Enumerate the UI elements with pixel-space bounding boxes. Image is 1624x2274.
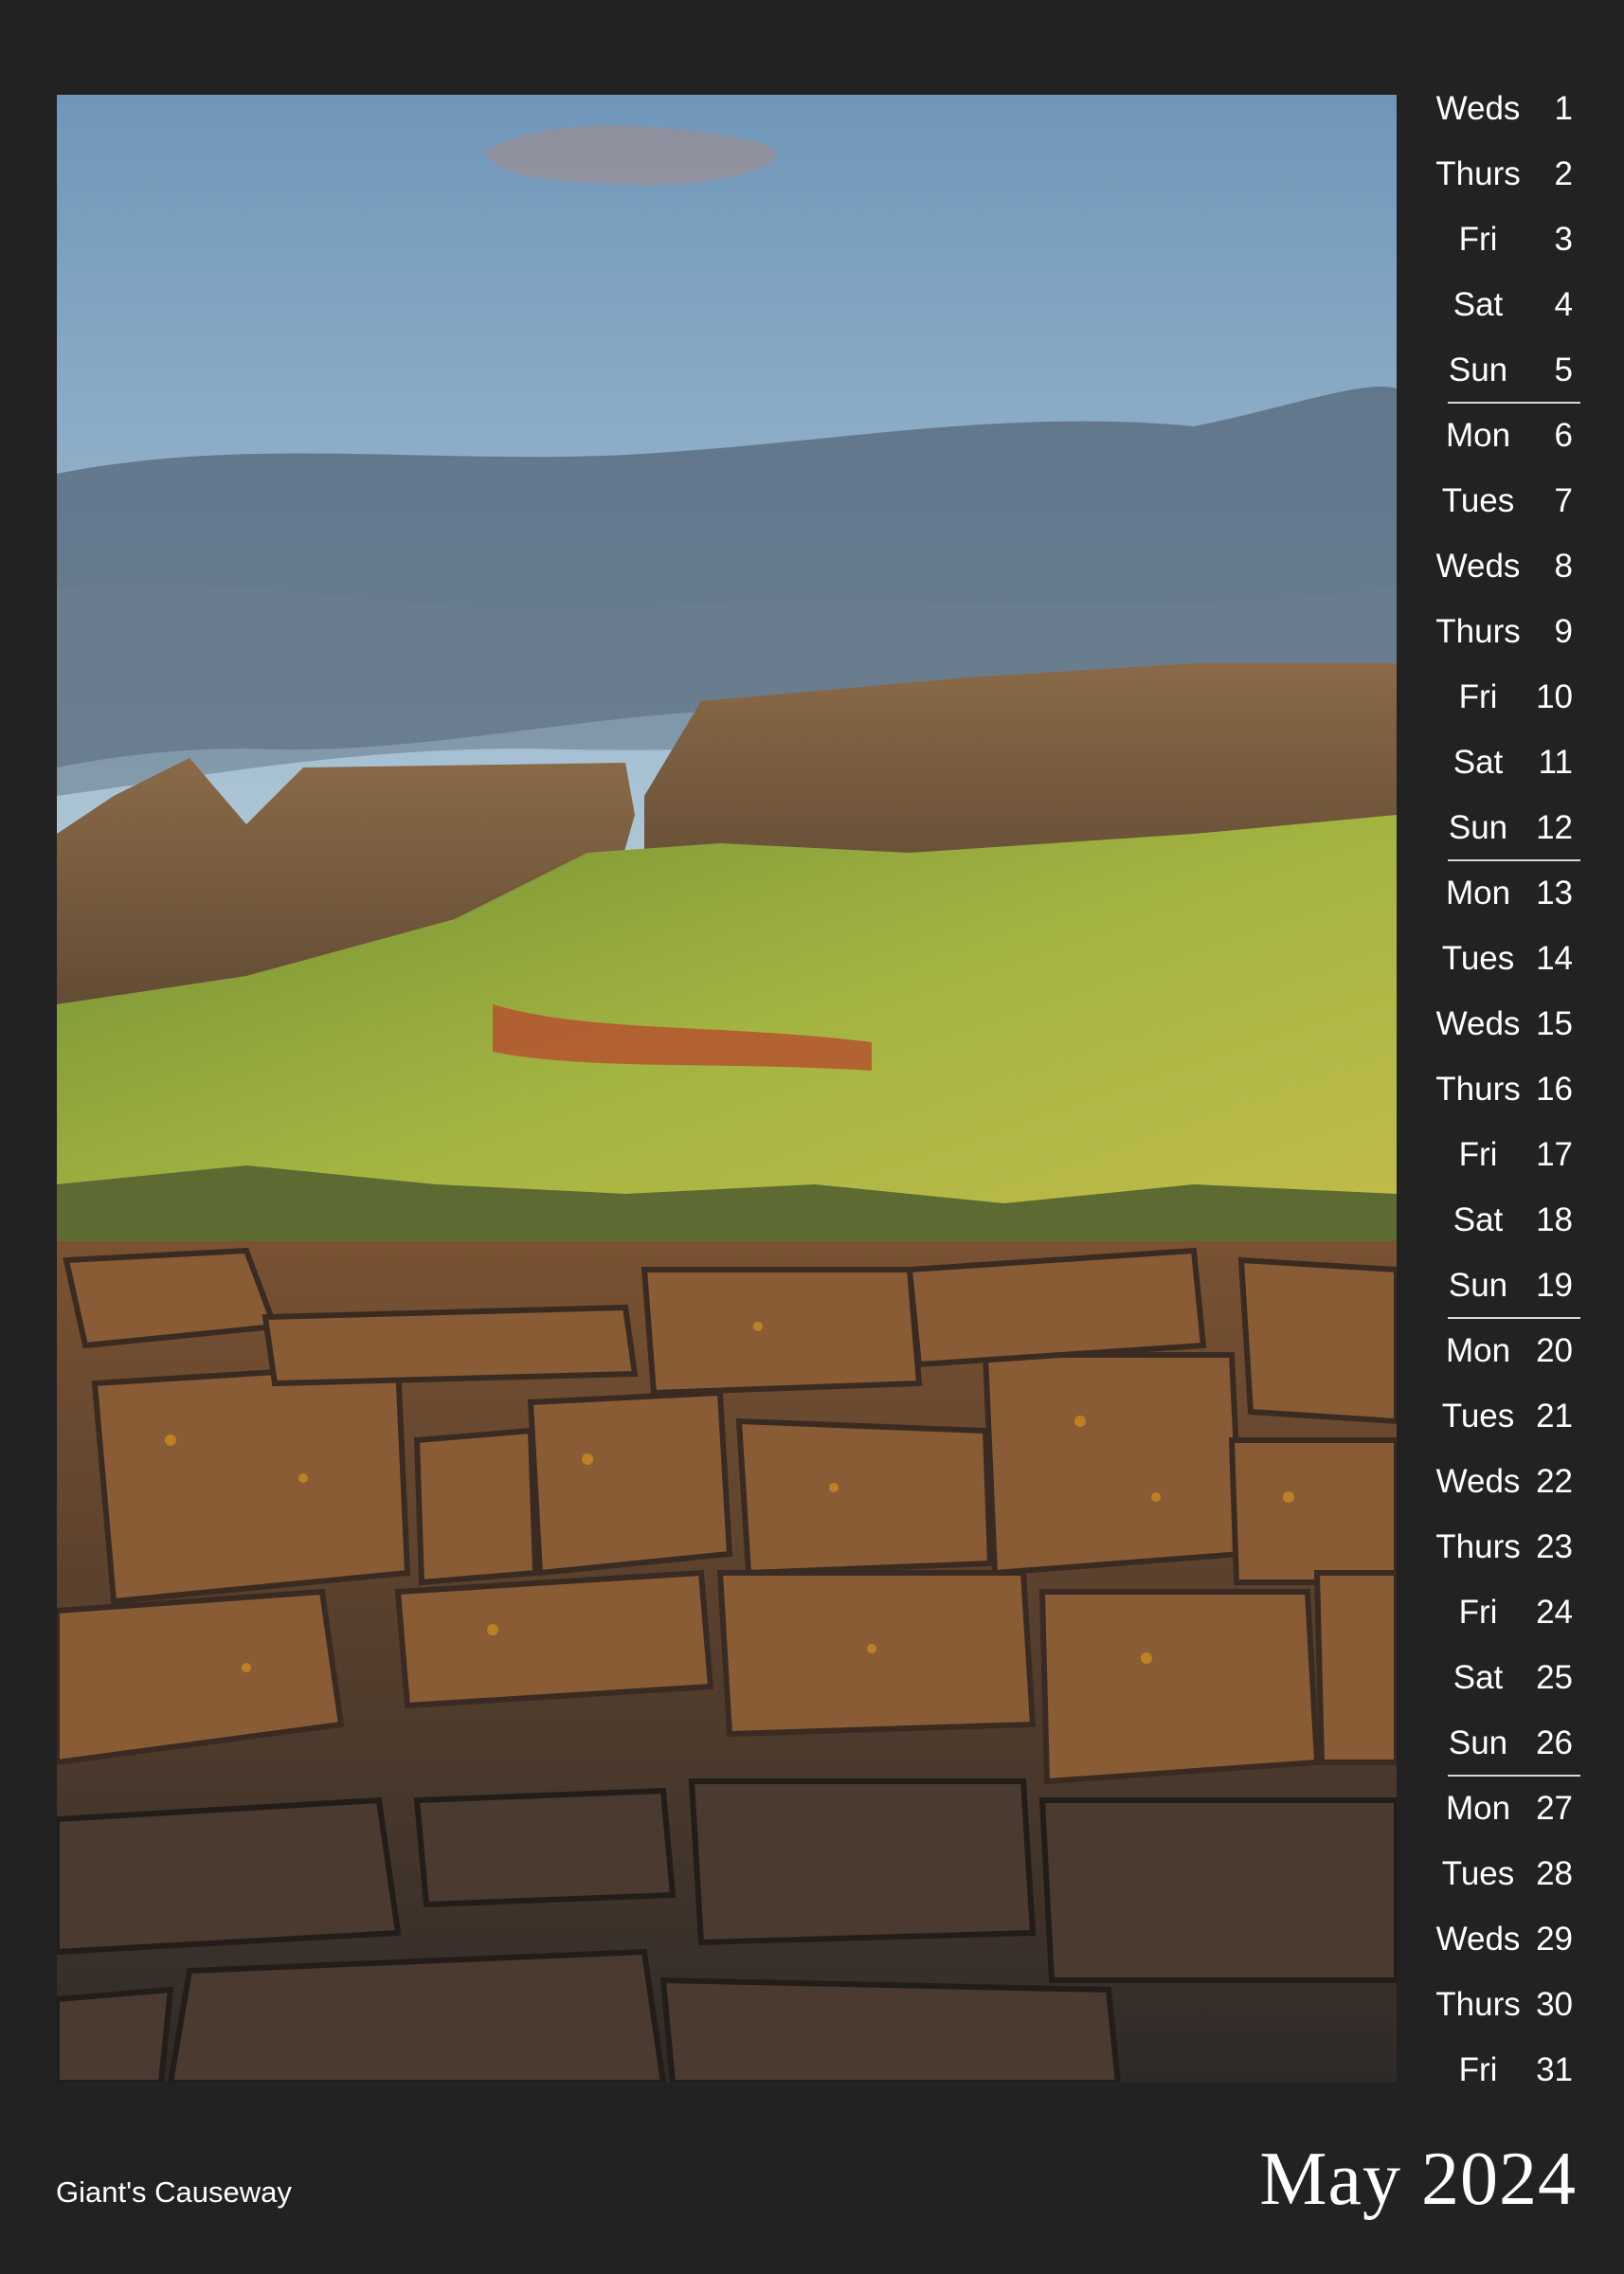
landscape-photo: [57, 95, 1397, 2083]
weekday-label: Thurs: [1435, 1071, 1521, 1108]
date-number: 1: [1554, 90, 1573, 127]
day-row: Thurs 30: [1421, 1983, 1580, 2048]
weekday-label: Fri: [1458, 678, 1498, 715]
date-number: 10: [1536, 678, 1573, 715]
day-row: Weds 1: [1421, 87, 1580, 153]
day-list: Weds 1 Thurs 2 Fri 3 Sat 4 Sun 5 Mon 6 Tues 7 Weds 8 Thu…: [1421, 87, 1580, 2114]
weekday-label: Fri: [1458, 221, 1498, 258]
day-row: Thurs 23: [1421, 1525, 1580, 1591]
date-number: 26: [1536, 1724, 1573, 1761]
date-number: 19: [1536, 1267, 1573, 1304]
day-row: Weds 29: [1421, 1918, 1580, 1983]
date-number: 2: [1554, 155, 1573, 192]
date-number: 6: [1554, 417, 1573, 454]
weekday-label: Weds: [1435, 548, 1521, 585]
day-row: Fri 24: [1421, 1591, 1580, 1656]
weekday-label: Sun: [1448, 1267, 1508, 1304]
day-row: Tues 14: [1421, 937, 1580, 1002]
weekday-label: Tues: [1441, 482, 1515, 519]
date-number: 24: [1536, 1594, 1573, 1631]
date-number: 11: [1538, 744, 1573, 781]
weekday-label: Sun: [1448, 1724, 1508, 1761]
date-number: 22: [1536, 1463, 1573, 1500]
weekday-label: Thurs: [1435, 1528, 1521, 1565]
weekday-label: Sat: [1453, 744, 1504, 781]
weekday-label: Fri: [1458, 1594, 1498, 1631]
weekday-label: Mon: [1445, 1790, 1511, 1827]
day-row: Tues 21: [1421, 1395, 1580, 1460]
weekday-label: Fri: [1458, 2051, 1498, 2088]
weekday-label: Weds: [1435, 1463, 1521, 1500]
day-row: Fri 10: [1421, 676, 1580, 741]
date-number: 15: [1536, 1005, 1573, 1042]
day-row: Sat 4: [1421, 283, 1580, 349]
day-row: Weds 8: [1421, 545, 1580, 610]
day-row: Sat 11: [1421, 741, 1580, 806]
weekday-label: Weds: [1435, 1921, 1521, 1958]
day-row: Fri 3: [1421, 218, 1580, 283]
day-row: Weds 22: [1421, 1460, 1580, 1525]
weekday-label: Sun: [1448, 352, 1508, 388]
date-number: 31: [1536, 2051, 1573, 2088]
day-row: Sun 12: [1421, 806, 1580, 872]
day-row: Fri 31: [1421, 2048, 1580, 2114]
date-number: 17: [1536, 1136, 1573, 1173]
date-number: 12: [1536, 809, 1573, 846]
day-row: Sat 25: [1421, 1656, 1580, 1722]
date-number: 5: [1554, 352, 1573, 388]
day-row: Thurs 9: [1421, 610, 1580, 676]
day-row: Mon 13: [1421, 872, 1580, 937]
day-row: Sun 19: [1421, 1264, 1580, 1329]
date-number: 7: [1554, 482, 1573, 519]
day-row: Tues 28: [1421, 1852, 1580, 1918]
weekday-label: Mon: [1445, 417, 1511, 454]
date-number: 8: [1554, 548, 1573, 585]
photo-illustration: [57, 95, 1397, 2083]
weekday-label: Mon: [1445, 875, 1511, 911]
weekday-label: Thurs: [1435, 155, 1521, 192]
weekday-label: Sat: [1453, 1659, 1504, 1696]
date-number: 4: [1554, 286, 1573, 323]
day-row: Tues 7: [1421, 479, 1580, 545]
weekday-label: Tues: [1441, 1398, 1515, 1435]
day-row: Thurs 16: [1421, 1068, 1580, 1133]
date-number: 18: [1536, 1201, 1573, 1238]
weekday-label: Weds: [1435, 1005, 1521, 1042]
weekday-label: Tues: [1441, 1855, 1515, 1892]
date-number: 13: [1536, 875, 1573, 911]
weekday-label: Fri: [1458, 1136, 1498, 1173]
weekday-label: Tues: [1441, 940, 1515, 977]
weekday-label: Thurs: [1435, 613, 1521, 650]
day-row: Sat 18: [1421, 1199, 1580, 1264]
date-number: 25: [1536, 1659, 1573, 1696]
date-number: 29: [1536, 1921, 1573, 1958]
date-number: 23: [1536, 1528, 1573, 1565]
date-number: 27: [1536, 1790, 1573, 1827]
weekday-label: Mon: [1445, 1332, 1511, 1369]
month-title: May 2024: [1259, 2138, 1577, 2221]
date-number: 20: [1536, 1332, 1573, 1369]
weekday-label: Sat: [1453, 1201, 1504, 1238]
date-number: 9: [1554, 613, 1573, 650]
photo-caption: Giant's Causeway: [56, 2175, 292, 2209]
day-row: Sun 5: [1421, 349, 1580, 414]
weekday-label: Thurs: [1435, 1986, 1521, 2023]
weekday-label: Weds: [1435, 90, 1521, 127]
date-number: 28: [1536, 1855, 1573, 1892]
date-number: 21: [1536, 1398, 1573, 1435]
date-number: 30: [1536, 1986, 1573, 2023]
day-row: Mon 27: [1421, 1787, 1580, 1852]
weekday-label: Sat: [1453, 286, 1504, 323]
day-row: Fri 17: [1421, 1133, 1580, 1199]
weekday-label: Sun: [1448, 809, 1508, 846]
day-row: Mon 6: [1421, 414, 1580, 479]
date-number: 14: [1536, 940, 1573, 977]
date-number: 16: [1536, 1071, 1573, 1108]
day-row: Mon 20: [1421, 1329, 1580, 1395]
day-row: Sun 26: [1421, 1722, 1580, 1787]
date-number: 3: [1554, 221, 1573, 258]
day-row: Weds 15: [1421, 1002, 1580, 1068]
day-row: Thurs 2: [1421, 153, 1580, 218]
